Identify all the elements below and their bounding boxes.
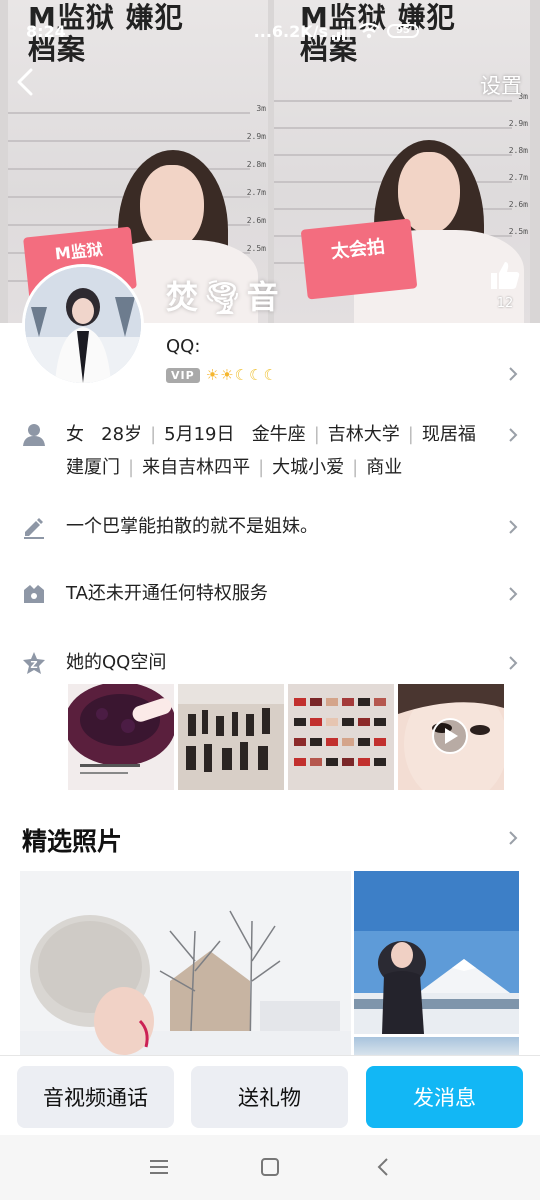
back-nav-icon[interactable] <box>372 1155 396 1179</box>
qzone-title: 她的QQ空间 <box>66 652 167 673</box>
system-nav-bar <box>0 1135 540 1200</box>
signature-text: 一个巴掌能拍散的就不是姐妹。 <box>66 516 318 537</box>
settings-button[interactable]: 设置 <box>480 70 522 100</box>
sun-icon: ☀ <box>205 366 220 384</box>
qzone-video-thumbnail[interactable] <box>398 684 504 790</box>
ruler-label: 2.5m <box>508 227 528 236</box>
like-count: 12 <box>496 296 514 311</box>
qq-level-icons: ☀ ☀ ☾ ☾ ☾ <box>206 366 277 384</box>
send-message-button[interactable]: 发消息 <box>366 1066 523 1128</box>
chevron-right-icon <box>509 587 518 601</box>
privilege-row[interactable]: TA还未开通任何特权服务 <box>0 577 540 611</box>
vip-badge: VIP <box>166 367 200 383</box>
school: 吉林大学 <box>327 424 400 445</box>
ruler-label: 2.7m <box>246 188 266 197</box>
gender: 女 <box>66 424 84 445</box>
zodiac: 金牛座 <box>251 424 306 445</box>
privilege-text: TA还未开通任何特权服务 <box>66 583 268 604</box>
occupation: 商业 <box>366 457 403 478</box>
qzone-row[interactable]: Z 她的QQ空间 <box>0 646 540 680</box>
sun-icon: ☀ <box>220 366 234 384</box>
ruler-label: 2.9m <box>508 119 528 128</box>
signal-icon <box>332 24 350 40</box>
qq-number: QQ: <box>166 336 201 357</box>
ruler-label: 2.7m <box>508 173 528 182</box>
battery-icon: 95 <box>387 24 419 38</box>
chevron-right-icon[interactable] <box>508 366 518 382</box>
hometown: 来自吉林四平 <box>142 457 251 478</box>
section-title-photos: 精选照片 <box>22 827 123 856</box>
chevron-right-icon <box>509 520 518 534</box>
wifi-icon <box>358 22 380 39</box>
status-time: 8:24 <box>26 22 66 41</box>
pencil-icon <box>24 518 44 539</box>
chevron-right-icon <box>509 656 518 670</box>
basic-info-row[interactable]: 女 28岁 | 5月19日 金牛座 | 吉林大学 | 现居福 建厦门 | 来自吉林四平 | 大城小爱… <box>0 418 540 488</box>
featured-photo-main[interactable] <box>20 871 351 1055</box>
signature-row[interactable]: 一个巴掌能拍散的就不是姐妹。 <box>0 510 540 544</box>
avatar[interactable] <box>22 264 144 386</box>
qzone-thumbnail[interactable] <box>178 684 284 790</box>
network-speed: ...6.2K/s <box>253 22 328 41</box>
nickname: 焚🌪音 <box>166 278 283 316</box>
qzone-thumbnail[interactable] <box>68 684 174 790</box>
age: 28岁 <box>101 424 143 445</box>
home-icon[interactable] <box>258 1155 282 1179</box>
sign-board: 太会拍 <box>300 218 418 300</box>
residence: 现居福 <box>421 424 476 445</box>
ruler-label: 2.5m <box>246 244 266 253</box>
person-icon <box>23 424 45 446</box>
ruler-label: 2.6m <box>246 216 266 225</box>
status-bar: 8:24 ...6.2K/s 95 <box>0 0 540 60</box>
qzone-thumbnail[interactable] <box>288 684 394 790</box>
send-gift-button[interactable]: 送礼物 <box>191 1066 348 1128</box>
like-button[interactable]: 12 <box>488 260 522 311</box>
back-button[interactable] <box>10 64 40 100</box>
ruler-label: 2.6m <box>508 200 528 209</box>
ruler-label: 2.9m <box>246 132 266 141</box>
birthday: 5月19日 <box>164 424 235 445</box>
menu-icon[interactable] <box>147 1155 171 1179</box>
thumbs-up-icon <box>491 262 520 289</box>
moon-icon: ☾ <box>263 366 277 384</box>
star-icon: Z <box>23 652 45 674</box>
chevron-left-icon <box>17 68 33 96</box>
avatar-image <box>25 267 141 383</box>
tag: 大城小爱 <box>272 457 345 478</box>
svg-text:Z: Z <box>30 660 37 671</box>
chevron-right-icon[interactable] <box>508 830 518 846</box>
moon-icon: ☾ <box>249 366 263 384</box>
ruler-label: 3m <box>256 104 266 113</box>
residence-cont: 建厦门 <box>66 457 120 478</box>
ruler-label: 2.8m <box>508 146 528 155</box>
ruler-label: 2.8m <box>246 160 266 169</box>
bottom-action-bar: 音视频通话 送礼物 发消息 <box>0 1055 540 1135</box>
chevron-right-icon <box>509 428 518 442</box>
crown-icon <box>24 585 44 603</box>
moon-icon: ☾ <box>234 366 249 384</box>
badges[interactable]: VIP ☀ ☀ ☾ ☾ ☾ <box>166 366 277 384</box>
video-call-button[interactable]: 音视频通话 <box>17 1066 174 1128</box>
basic-info-text: 女 28岁 | 5月19日 金牛座 | 吉林大学 | 现居福 建厦门 | 来自吉林四平 | 大城小爱… <box>66 424 476 478</box>
qzone-thumbnails <box>68 684 504 790</box>
featured-photo[interactable] <box>354 1037 519 1055</box>
featured-photo[interactable] <box>354 871 519 1034</box>
